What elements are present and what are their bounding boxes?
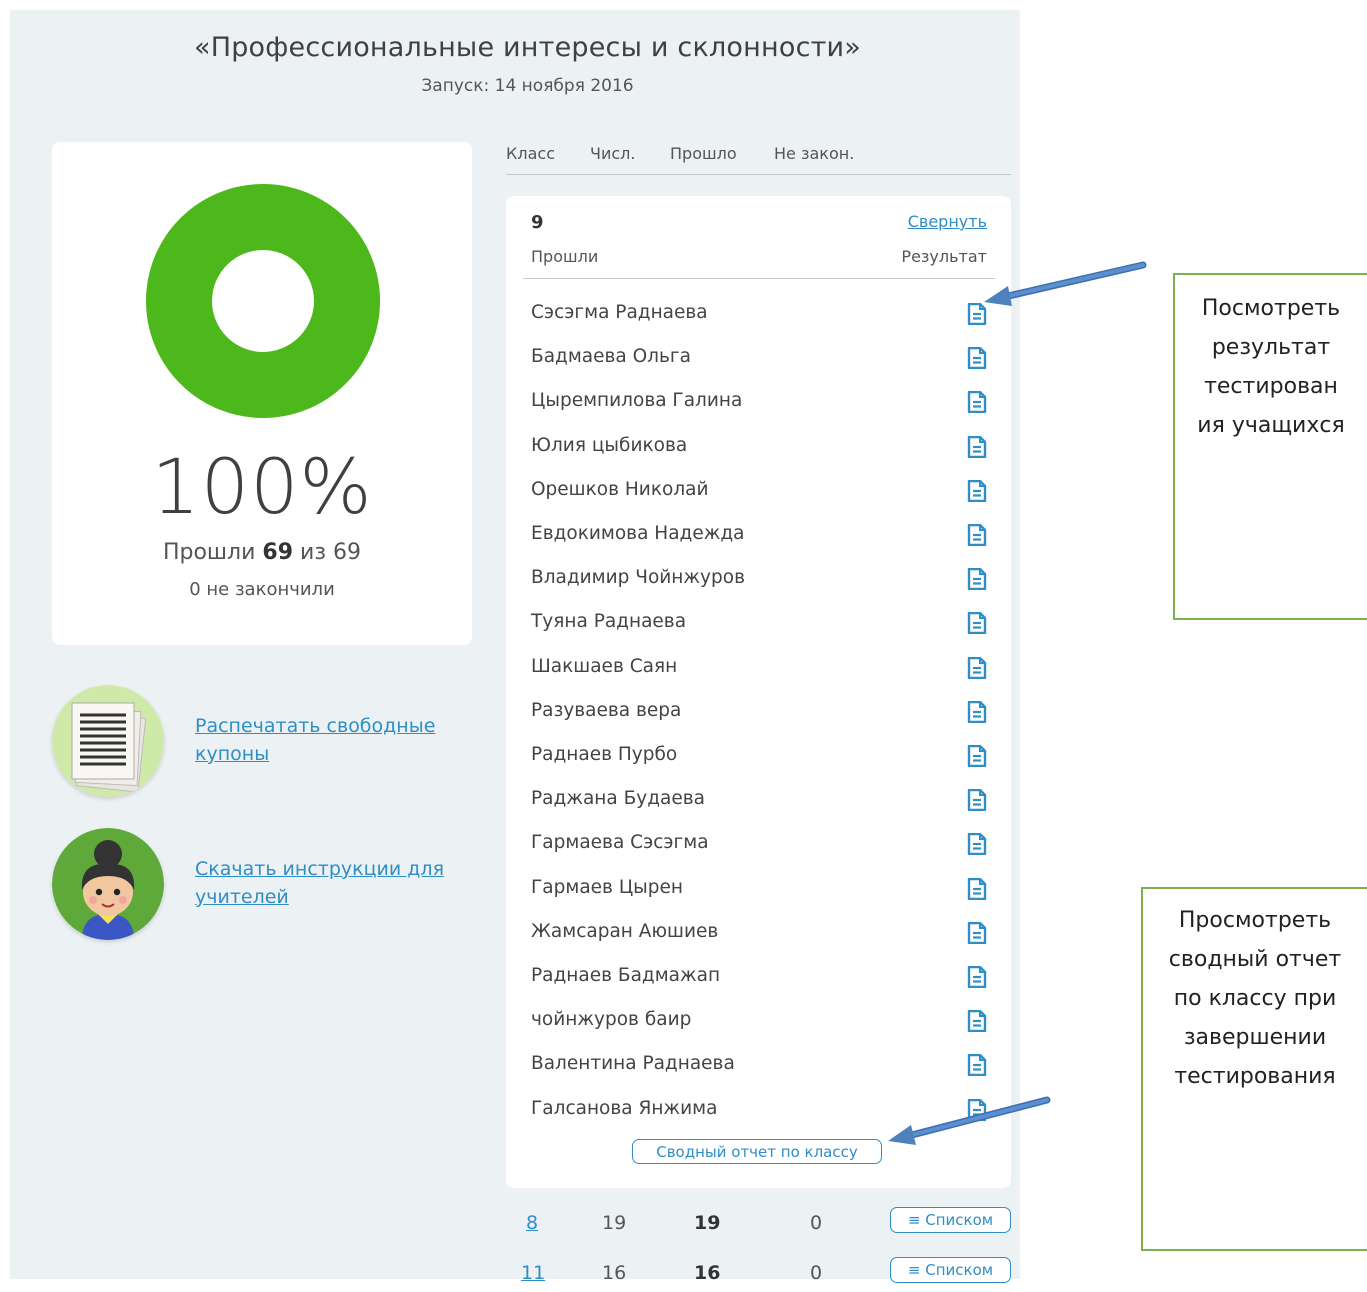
annotation-arrows (888, 261, 1147, 1145)
arrow-to-summary-button (888, 1096, 1051, 1145)
arrow-to-result-icon (984, 261, 1147, 306)
